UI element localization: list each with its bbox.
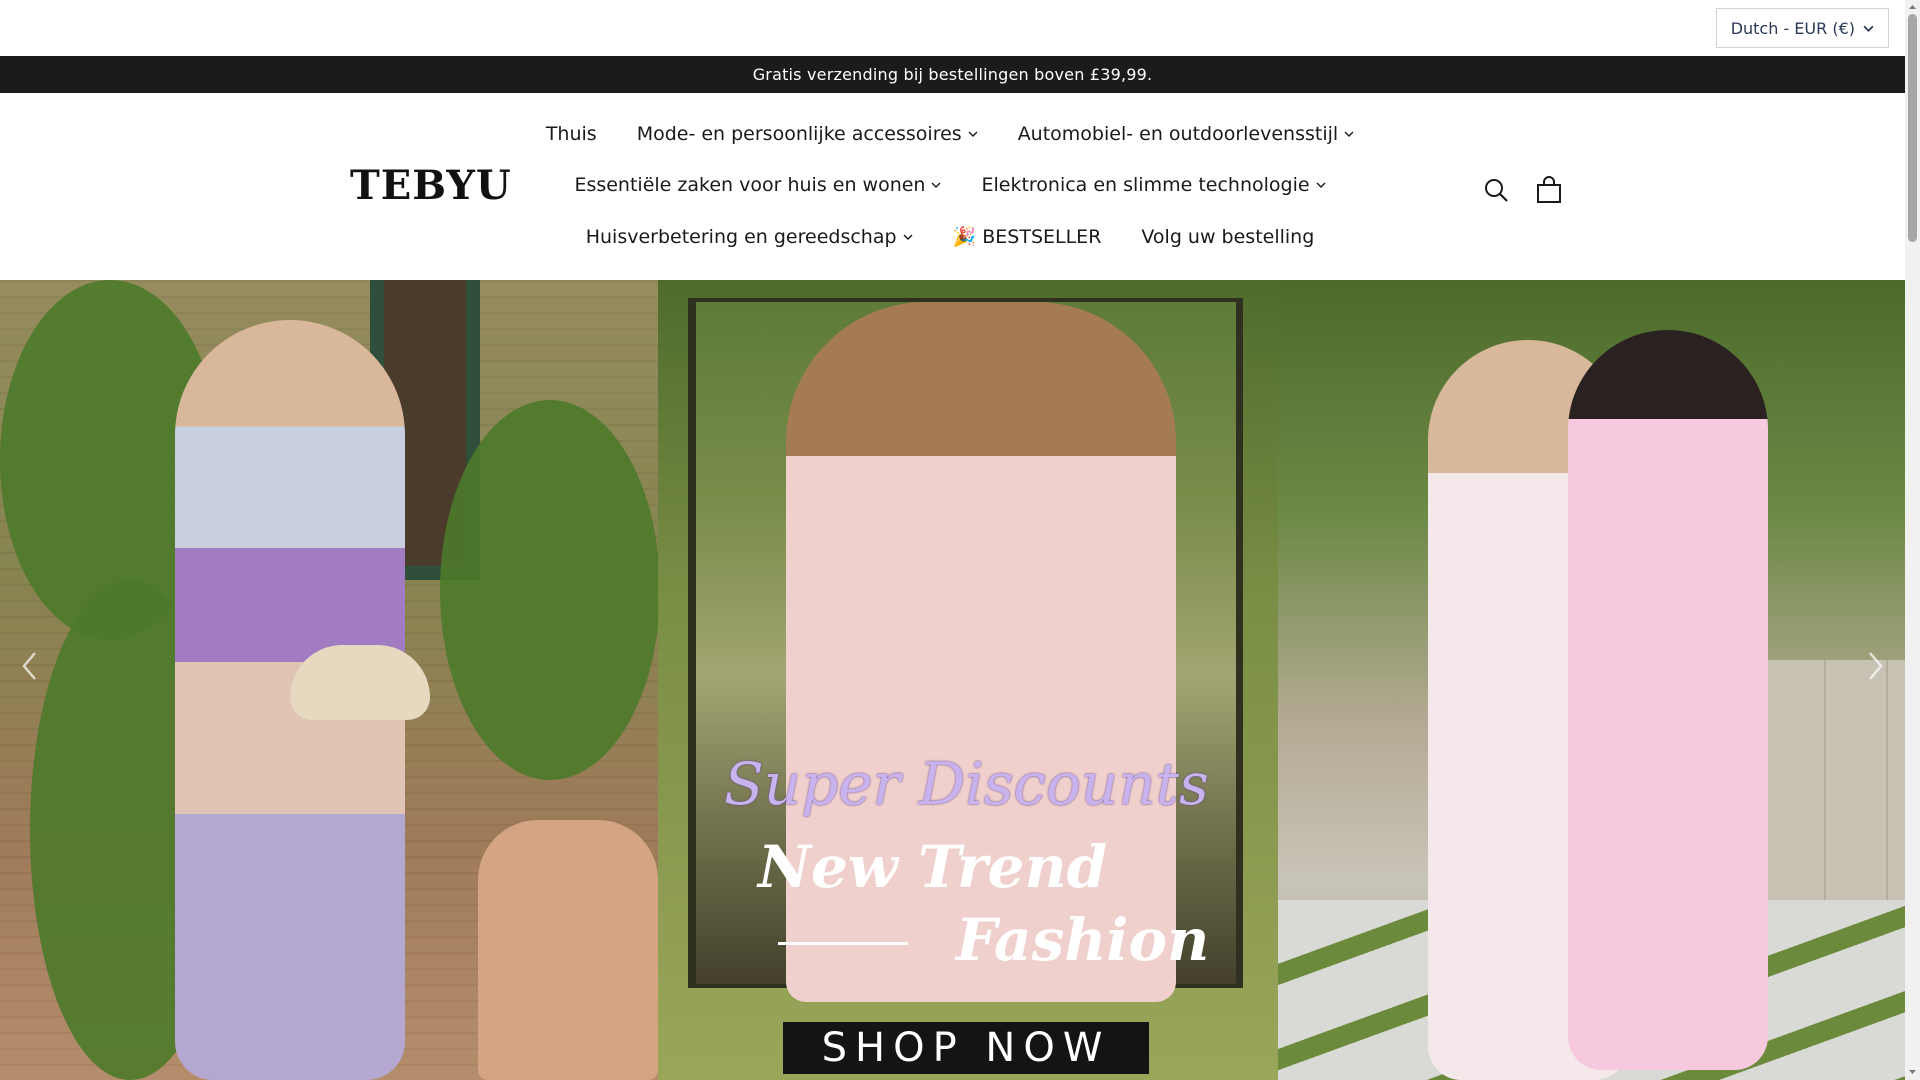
page-scrollbar[interactable] — [1905, 0, 1920, 1080]
promo-title-line2: Fashion — [956, 906, 1210, 974]
nav-item-label: Huisverbetering en gereedschap — [585, 225, 897, 248]
model-figure — [1568, 330, 1768, 1070]
chevron-down-icon — [1344, 131, 1354, 137]
brand-logo-text: TEBYU — [350, 162, 512, 209]
slideshow-prev-button[interactable] — [10, 636, 50, 696]
promo-title-line1: New Trend — [758, 833, 1108, 901]
site-header: TEBYU Thuis Mode- en persoonlijke access… — [0, 93, 1905, 280]
nav-item-automobiel-outdoor[interactable]: Automobiel- en outdoorlevensstijl — [1018, 123, 1355, 145]
scroll-up-arrow-icon[interactable] — [1907, 2, 1918, 13]
chevron-down-icon — [1316, 182, 1326, 188]
language-currency-selector[interactable]: Dutch - EUR (€) — [1715, 8, 1889, 48]
nav-item-thuis[interactable]: Thuis — [546, 123, 597, 145]
hero-slideshow[interactable]: Super Discounts New Trend Fashion SHOP N… — [0, 280, 1905, 1080]
shop-now-label: SHOP NOW — [821, 1025, 1111, 1071]
nav-row-3: Huisverbetering en gereedschap 🎉 BESTSEL… — [560, 225, 1340, 249]
chevron-left-icon — [22, 652, 36, 680]
shop-now-button[interactable]: SHOP NOW — [783, 1022, 1149, 1074]
chevron-down-icon — [1863, 25, 1874, 32]
chevron-down-icon — [931, 182, 941, 188]
clutch-bag — [290, 645, 430, 720]
nav-item-huisverbetering[interactable]: Huisverbetering en gereedschap — [586, 225, 913, 248]
slideshow-next-button[interactable] — [1855, 636, 1895, 696]
hero-photo-left — [0, 280, 658, 1080]
nav-item-label: Essentiële zaken voor huis en wonen — [574, 174, 926, 196]
nav-item-label: Automobiel- en outdoorlevensstijl — [1017, 123, 1339, 145]
top-utility-bar: Dutch - EUR (€) — [0, 0, 1905, 56]
nav-item-label: Elektronica en slimme technologie — [981, 174, 1310, 196]
ivy-foliage — [440, 400, 658, 780]
announcement-text: Gratis verzending bij bestellingen boven… — [752, 65, 1153, 84]
planter-pot — [478, 820, 658, 1080]
scrollbar-thumb[interactable] — [1908, 14, 1917, 242]
search-icon[interactable] — [1483, 177, 1509, 203]
chevron-down-icon — [968, 131, 978, 137]
nav-item-mode-accessoires[interactable]: Mode- en persoonlijke accessoires — [637, 123, 978, 145]
nav-row-1: Thuis Mode- en persoonlijke accessoires … — [546, 123, 1354, 145]
nav-item-label: Volg uw bestelling — [1141, 225, 1315, 248]
nav-item-huis-wonen[interactable]: Essentiële zaken voor huis en wonen — [574, 174, 941, 196]
main-navigation: Thuis Mode- en persoonlijke accessoires … — [546, 93, 1354, 280]
scroll-down-arrow-icon[interactable] — [1907, 1066, 1918, 1077]
promo-divider-line — [778, 942, 908, 945]
chevron-right-icon — [1869, 652, 1883, 680]
nav-item-label: Thuis — [545, 123, 597, 145]
nav-item-volg-bestelling[interactable]: Volg uw bestelling — [1141, 225, 1314, 248]
brand-logo[interactable]: TEBYU — [350, 166, 520, 206]
hero-photo-right — [1278, 280, 1905, 1080]
nav-item-elektronica[interactable]: Elektronica en slimme technologie — [981, 174, 1326, 196]
nav-item-label: 🎉 BESTSELLER — [952, 226, 1102, 248]
nav-item-bestseller[interactable]: 🎉 BESTSELLER — [953, 225, 1102, 248]
promo-script-text: Super Discounts — [724, 750, 1209, 818]
chevron-down-icon — [903, 234, 913, 240]
language-currency-label: Dutch - EUR (€) — [1730, 18, 1855, 38]
announcement-bar: Gratis verzending bij bestellingen boven… — [0, 56, 1905, 93]
nav-item-label: Mode- en persoonlijke accessoires — [636, 123, 962, 145]
cart-icon[interactable] — [1535, 176, 1563, 204]
nav-row-2: Essentiële zaken voor huis en wonen Elek… — [560, 174, 1340, 196]
hero-promo-panel: Super Discounts New Trend Fashion SHOP N… — [658, 280, 1278, 1080]
